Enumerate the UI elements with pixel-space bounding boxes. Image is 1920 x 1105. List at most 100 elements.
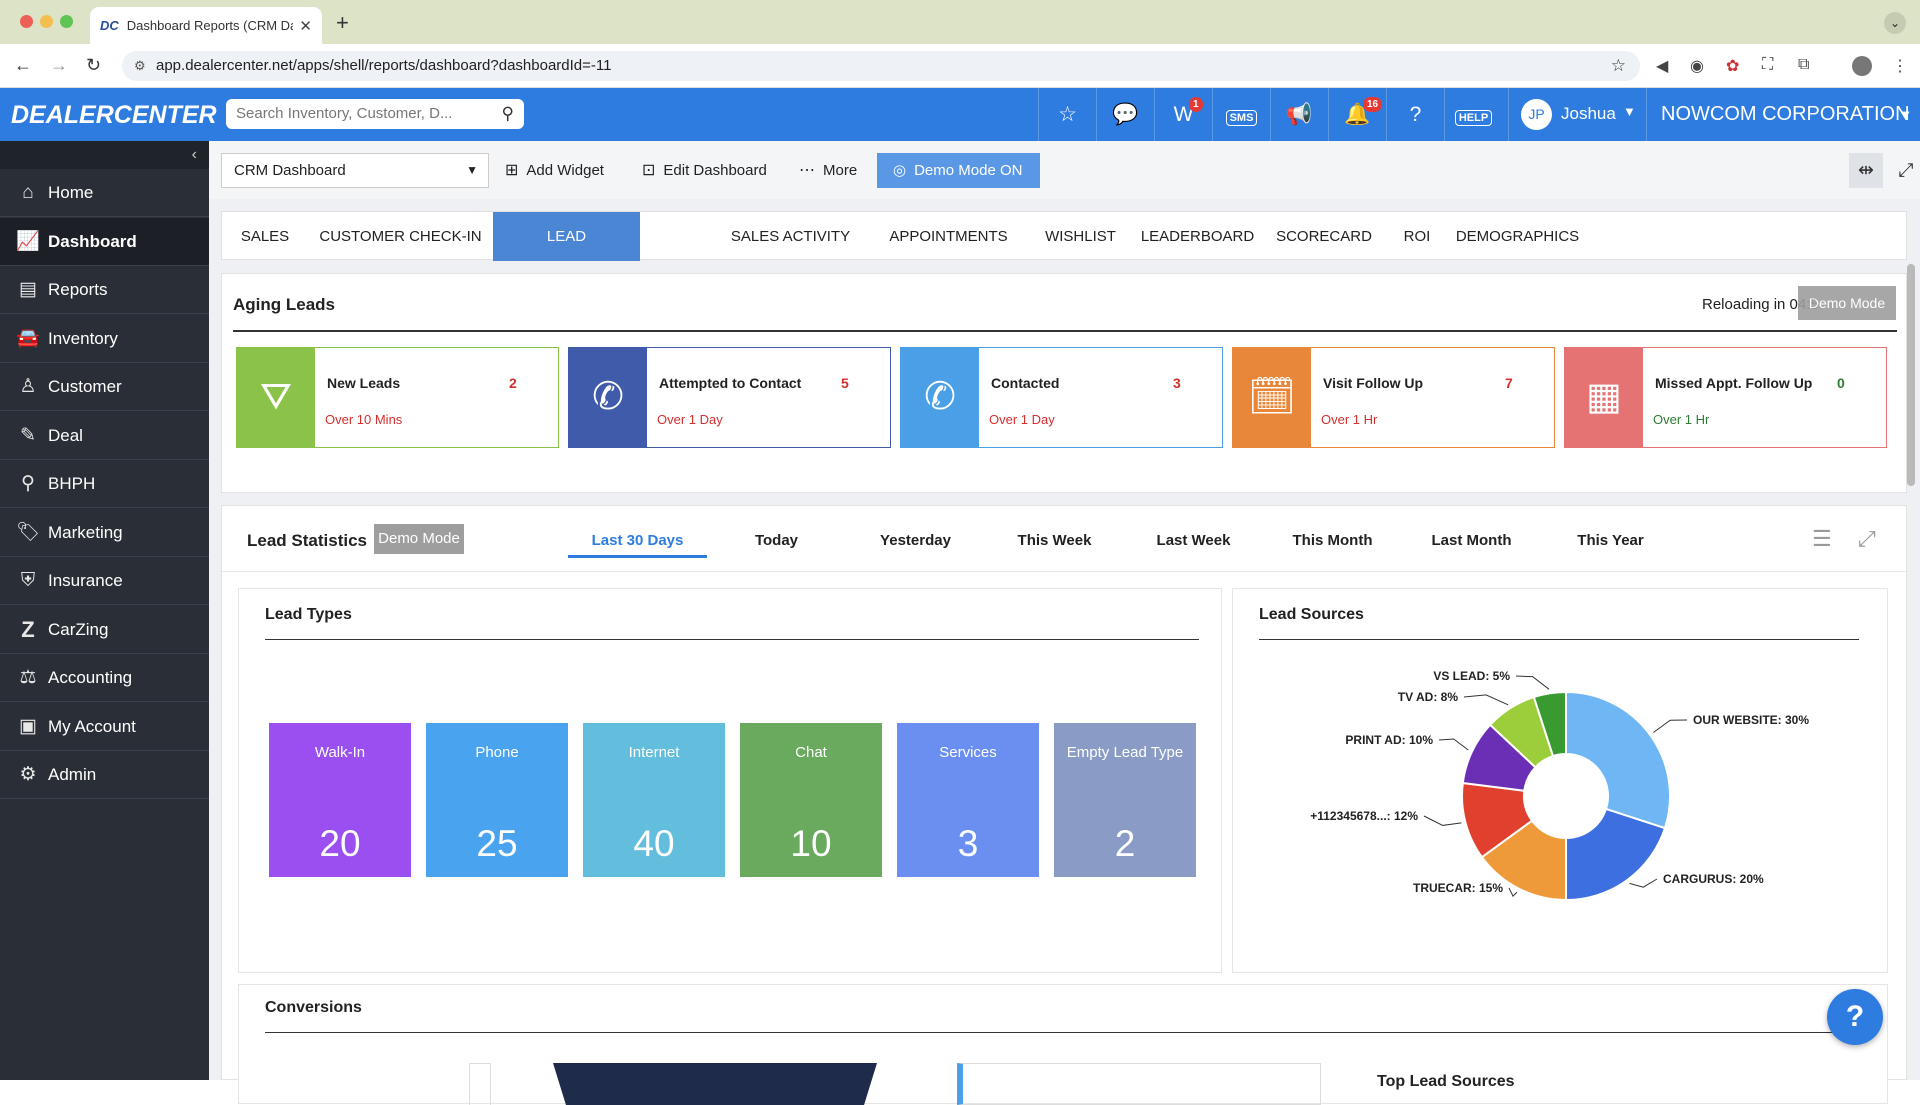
tab-scorecard[interactable]: SCORECARD bbox=[1262, 212, 1386, 261]
sidebar-item-marketing[interactable]: 🏷 Marketing bbox=[0, 509, 209, 557]
tab-customer-check-in[interactable]: CUSTOMER CHECK-IN bbox=[308, 212, 493, 261]
tab-sales[interactable]: SALES bbox=[222, 212, 308, 261]
color-extension-icon[interactable]: ✿ bbox=[1726, 56, 1739, 76]
range-tab-this-week[interactable]: This Week bbox=[985, 524, 1124, 558]
aging-card-visit-follow-up[interactable]: 🗓 Visit Follow Up 7 Over 1 Hr bbox=[1232, 347, 1555, 448]
edit-dashboard-button[interactable]: ⊡ Edit Dashboard bbox=[642, 153, 767, 188]
tab-demographics[interactable]: DEMOGRAPHICS bbox=[1448, 212, 1587, 261]
conversions-panel: Conversions Top Lead Sources bbox=[238, 984, 1888, 1105]
calendar-grid-icon: ▦ bbox=[1565, 348, 1643, 447]
audio-extension-icon[interactable]: ◀︎ bbox=[1656, 56, 1668, 76]
collapse-sidebar-icon[interactable]: ‹ bbox=[0, 141, 209, 169]
sidebar-item-my-account[interactable]: ▣ My Account bbox=[0, 703, 209, 751]
range-tab-this-year[interactable]: This Year bbox=[1541, 524, 1680, 558]
dealercenter-favicon-icon: DC bbox=[100, 18, 119, 33]
aging-card-missed-appt-follow-up[interactable]: ▦ Missed Appt. Follow Up 0 Over 1 Hr bbox=[1564, 347, 1887, 448]
tab-sales-activity[interactable]: SALES ACTIVITY bbox=[712, 212, 869, 261]
demo-mode-button[interactable]: ◎ Demo Mode ON bbox=[877, 153, 1040, 188]
tab-leaderboard[interactable]: LEADERBOARD bbox=[1133, 212, 1262, 261]
close-tab-icon[interactable]: ✕ bbox=[299, 17, 312, 35]
company-selector[interactable]: NOWCOM CORPORATION ▼ bbox=[1646, 88, 1920, 141]
question-icon[interactable]: ? bbox=[1386, 88, 1444, 141]
lead-type-tile-internet[interactable]: Internet 40 bbox=[583, 723, 725, 877]
aging-card-attempted-to-contact[interactable]: ✆ Attempted to Contact 5 Over 1 Day bbox=[568, 347, 891, 448]
sidebar-item-deal[interactable]: ✎ Deal bbox=[0, 412, 209, 460]
help-label-icon[interactable]: HELP bbox=[1444, 88, 1502, 141]
lead-type-name: Chat bbox=[795, 744, 827, 761]
aging-card-new-leads[interactable]: ⛛ New Leads 2 Over 10 Mins bbox=[236, 347, 559, 448]
megaphone-icon[interactable]: 📢 bbox=[1270, 88, 1328, 141]
site-info-icon[interactable]: ⚙ bbox=[134, 51, 146, 81]
sidebar-item-dashboard[interactable]: 📈 Dashboard bbox=[0, 217, 209, 266]
range-tab-last-week[interactable]: Last Week bbox=[1124, 524, 1263, 558]
search-icon[interactable]: ⚲ bbox=[502, 99, 514, 129]
profile-avatar-icon[interactable] bbox=[1852, 56, 1872, 76]
pie-leader-line bbox=[1629, 878, 1658, 888]
sms-icon[interactable]: SMS bbox=[1212, 88, 1270, 141]
reload-icon[interactable]: ↻ bbox=[86, 55, 101, 76]
screenshot-icon[interactable]: ⛶ bbox=[1762, 56, 1773, 74]
dashboard-select[interactable]: CRM Dashboard ▼ bbox=[221, 153, 489, 188]
lead-type-tile-empty-lead-type[interactable]: Empty Lead Type 2 bbox=[1054, 723, 1196, 877]
add-widget-button[interactable]: ⊞ Add Widget bbox=[505, 153, 604, 188]
range-tab-last-month[interactable]: Last Month bbox=[1402, 524, 1541, 558]
scrollbar[interactable] bbox=[1907, 264, 1915, 486]
lead-type-tile-services[interactable]: Services 3 bbox=[897, 723, 1039, 877]
sidebar-item-insurance[interactable]: ⛨ Insurance bbox=[0, 557, 209, 605]
maximize-window-button[interactable] bbox=[60, 15, 73, 28]
close-window-button[interactable] bbox=[20, 15, 33, 28]
expand-icon[interactable]: ⤢ bbox=[1858, 526, 1876, 552]
help-button[interactable]: ? bbox=[1827, 989, 1883, 1045]
tab-search-chevron-icon[interactable]: ⌄ bbox=[1884, 12, 1906, 34]
browser-tab[interactable]: DC Dashboard Reports (CRM Da ✕ bbox=[90, 7, 322, 44]
range-tab-yesterday[interactable]: Yesterday bbox=[846, 524, 985, 558]
calendar-clock-icon: 🗓 bbox=[1233, 348, 1311, 447]
sidebar-item-accounting[interactable]: ⚖ Accounting bbox=[0, 654, 209, 702]
sidebar-item-label: Reports bbox=[48, 280, 108, 299]
tab-roi[interactable]: ROI bbox=[1386, 212, 1448, 261]
url-field[interactable]: ⚙ app.dealercenter.net/apps/shell/report… bbox=[122, 51, 1640, 81]
browser-menu-icon[interactable]: ⋮ bbox=[1892, 56, 1908, 76]
sidebar-item-admin[interactable]: ⚙ Admin bbox=[0, 751, 209, 799]
sidebar-item-carzing[interactable]: Z CarZing bbox=[0, 606, 209, 654]
sidebar-item-customer[interactable]: ♙ Customer bbox=[0, 363, 209, 411]
notification-bell-icon[interactable]: 🔔 16 bbox=[1328, 88, 1386, 141]
new-tab-icon[interactable]: + bbox=[336, 10, 349, 36]
favorites-star-icon[interactable]: ☆ bbox=[1038, 88, 1096, 141]
dealercenter-logo[interactable]: DEALERCENTER bbox=[11, 101, 217, 130]
sidebar-item-bhph[interactable]: ⚲ BHPH bbox=[0, 460, 209, 508]
sidebar-item-home[interactable]: ⌂ Home bbox=[0, 169, 209, 217]
chart-line-icon: 📈 bbox=[16, 230, 40, 252]
tab-wishlist[interactable]: WISHLIST bbox=[1028, 212, 1133, 261]
extensions-puzzle-icon[interactable]: ⧉ bbox=[1798, 56, 1809, 74]
fullscreen-icon[interactable]: ⤢ bbox=[1889, 153, 1920, 188]
bookmark-star-icon[interactable]: ☆ bbox=[1611, 51, 1626, 81]
forward-arrow-icon[interactable]: → bbox=[50, 55, 68, 76]
sidebar-item-reports[interactable]: ▤ Reports bbox=[0, 266, 209, 314]
lead-type-tile-phone[interactable]: Phone 25 bbox=[426, 723, 568, 877]
range-tab-today[interactable]: Today bbox=[707, 524, 846, 558]
minimize-window-button[interactable] bbox=[40, 15, 53, 28]
avatar: JP bbox=[1521, 99, 1552, 130]
tab-lead-management[interactable]: LEAD MANAGEMENT bbox=[493, 212, 640, 294]
lead-type-tile-walk-in[interactable]: Walk-In 20 bbox=[269, 723, 411, 877]
filter-sliders-icon[interactable]: ☰ bbox=[1812, 526, 1832, 552]
aging-card-contacted[interactable]: ✆ Contacted 3 Over 1 Day bbox=[900, 347, 1223, 448]
extension-circle-icon[interactable]: ◉ bbox=[1690, 56, 1704, 76]
sidebar-item-label: Marketing bbox=[48, 522, 123, 542]
pie-slice[interactable] bbox=[1565, 807, 1667, 902]
range-tab-this-month[interactable]: This Month bbox=[1263, 524, 1402, 558]
tab-appointments[interactable]: APPOINTMENTS bbox=[869, 212, 1028, 261]
sidebar-item-label: Accounting bbox=[48, 668, 133, 687]
user-menu[interactable]: JP Joshua ▼ bbox=[1508, 88, 1644, 141]
chat-icon[interactable]: 💬 bbox=[1096, 88, 1154, 141]
more-button[interactable]: ⋯ More bbox=[799, 153, 857, 188]
fit-width-icon[interactable]: ⇹ bbox=[1849, 153, 1883, 188]
range-tab-last-30-days[interactable]: Last 30 Days bbox=[568, 524, 707, 558]
lead-type-tile-chat[interactable]: Chat 10 bbox=[740, 723, 882, 877]
sidebar-item-inventory[interactable]: 🚘 Inventory bbox=[0, 315, 209, 363]
w-app-icon[interactable]: W1 bbox=[1154, 88, 1212, 141]
back-arrow-icon[interactable]: ← bbox=[14, 55, 32, 76]
pie-slice[interactable] bbox=[1565, 690, 1671, 830]
global-search-input[interactable]: Search Inventory, Customer, D... ⚲ bbox=[226, 99, 524, 129]
